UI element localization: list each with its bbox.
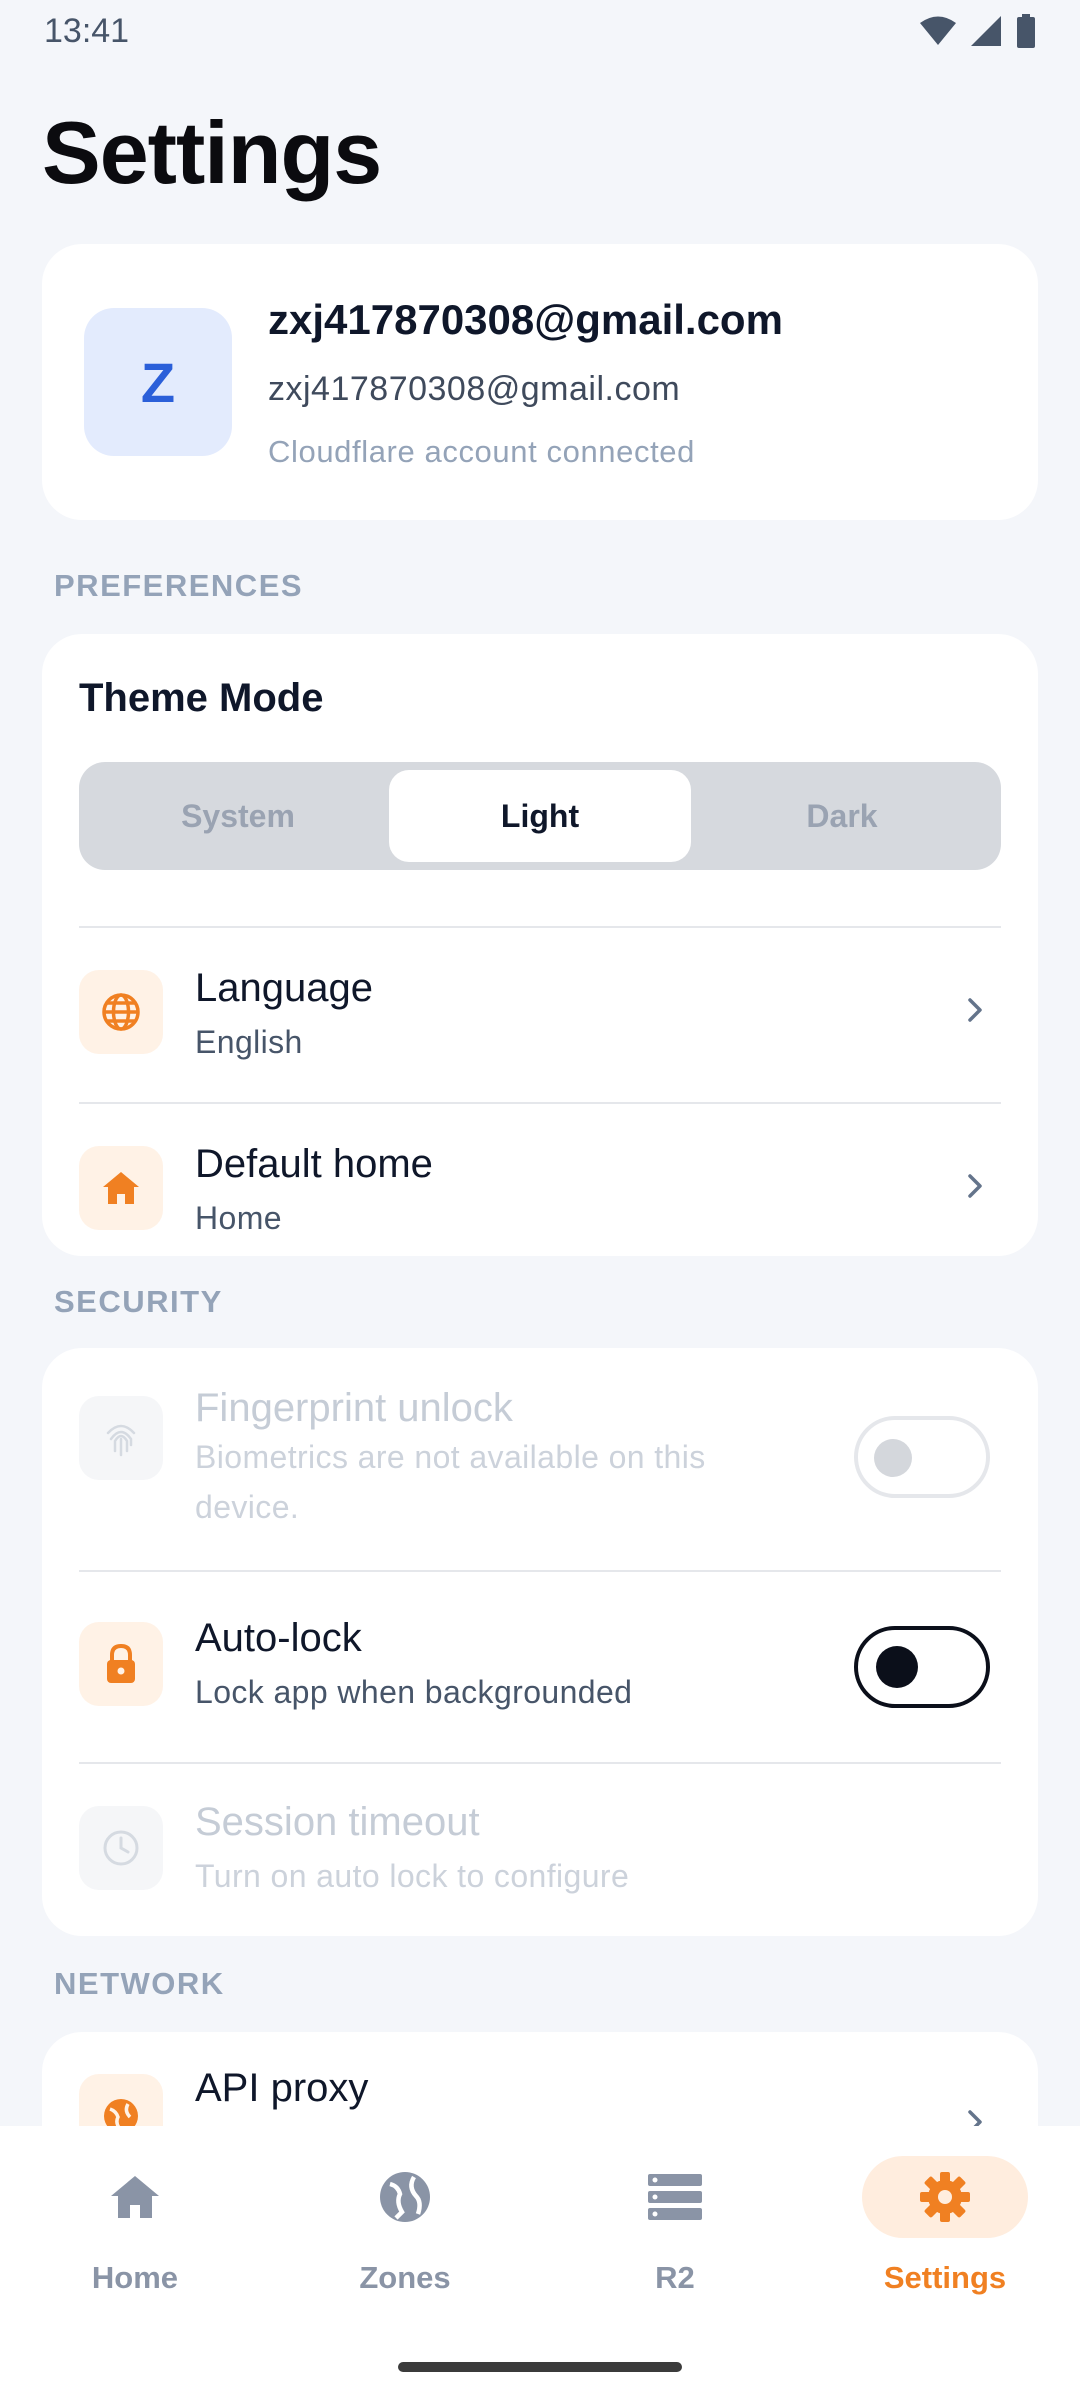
gear-icon [862,2156,1028,2238]
default-home-row[interactable]: Default home Home [42,1104,1038,1280]
language-value: English [195,1024,303,1060]
nav-r2-label: R2 [655,2260,695,2295]
storage-icon [592,2156,758,2238]
preferences-card: Theme Mode System Light Dark Language En… [42,634,1038,1256]
section-label-preferences: PREFERENCES [54,568,304,603]
session-timeout-row: Session timeout Turn on auto lock to con… [42,1764,1038,1936]
proxy-icon [79,2074,163,2126]
settings-scroll[interactable]: Settings Z zxj417870308@gmail.com zxj417… [0,62,1080,2126]
globe-icon [322,2156,488,2238]
security-card: Fingerprint unlock Biometrics are not av… [42,1348,1038,1936]
clock-icon [79,1806,163,1890]
chevron-right-icon [968,1174,982,1198]
nav-home[interactable]: Home [35,2156,235,2306]
nav-home-label: Home [91,2260,179,2295]
session-timeout-subtitle: Turn on auto lock to configure [195,1858,630,1894]
bottom-navigation: Home Zones R2 Settings [0,2126,1080,2400]
avatar: Z [84,308,232,456]
account-email: zxj417870308@gmail.com [268,370,681,408]
account-status: Cloudflare account connected [268,434,695,469]
chevron-right-icon [968,998,982,1022]
home-icon [79,1146,163,1230]
battery-icon [1017,14,1035,48]
theme-mode-title: Theme Mode [79,676,324,720]
lock-icon [79,1622,163,1706]
session-timeout-title: Session timeout [195,1800,480,1844]
nav-settings-label: Settings [883,2260,1007,2295]
fingerprint-unlock-row: Fingerprint unlock Biometrics are not av… [42,1348,1038,1570]
fingerprint-icon [79,1396,163,1480]
fingerprint-unlock-toggle [854,1416,990,1498]
wifi-icon [920,16,956,45]
status-icons [920,14,1036,48]
globe-icon [79,970,163,1054]
section-label-security: SECURITY [54,1284,223,1319]
section-label-network: NETWORK [54,1966,225,2001]
auto-lock-toggle[interactable] [854,1626,990,1708]
status-time: 13:41 [44,11,130,50]
theme-option-system[interactable]: System [87,770,389,862]
theme-mode-segmented-control: System Light Dark [79,762,1001,870]
status-bar: 13:41 [0,0,1080,62]
nav-zones[interactable]: Zones [305,2156,505,2306]
auto-lock-title: Auto-lock [195,1616,362,1660]
chevron-right-icon [968,2110,982,2126]
theme-option-light[interactable]: Light [389,770,691,862]
api-proxy-row[interactable]: API proxy [42,2032,1038,2126]
auto-lock-row[interactable]: Auto-lock Lock app when backgrounded [42,1572,1038,1762]
account-name: zxj417870308@gmail.com [268,296,783,343]
language-row[interactable]: Language English [42,928,1038,1104]
nav-r2[interactable]: R2 [575,2156,775,2306]
api-proxy-title: API proxy [195,2066,369,2110]
fingerprint-unlock-title: Fingerprint unlock [195,1386,513,1430]
auto-lock-subtitle: Lock app when backgrounded [195,1674,633,1710]
home-indicator [398,2362,682,2372]
fingerprint-unlock-subtitle: Biometrics are not available on this dev… [195,1439,706,1525]
signal-icon [971,16,1001,46]
network-card: API proxy [42,2032,1038,2126]
nav-settings[interactable]: Settings [845,2156,1045,2306]
account-card[interactable]: Z zxj417870308@gmail.com zxj417870308@gm… [42,244,1038,520]
language-title: Language [195,966,373,1010]
theme-option-dark[interactable]: Dark [691,770,993,862]
default-home-value: Home [195,1200,282,1236]
default-home-title: Default home [195,1142,433,1186]
home-icon [52,2156,218,2238]
page-title: Settings [42,103,382,202]
nav-zones-label: Zones [359,2260,451,2295]
